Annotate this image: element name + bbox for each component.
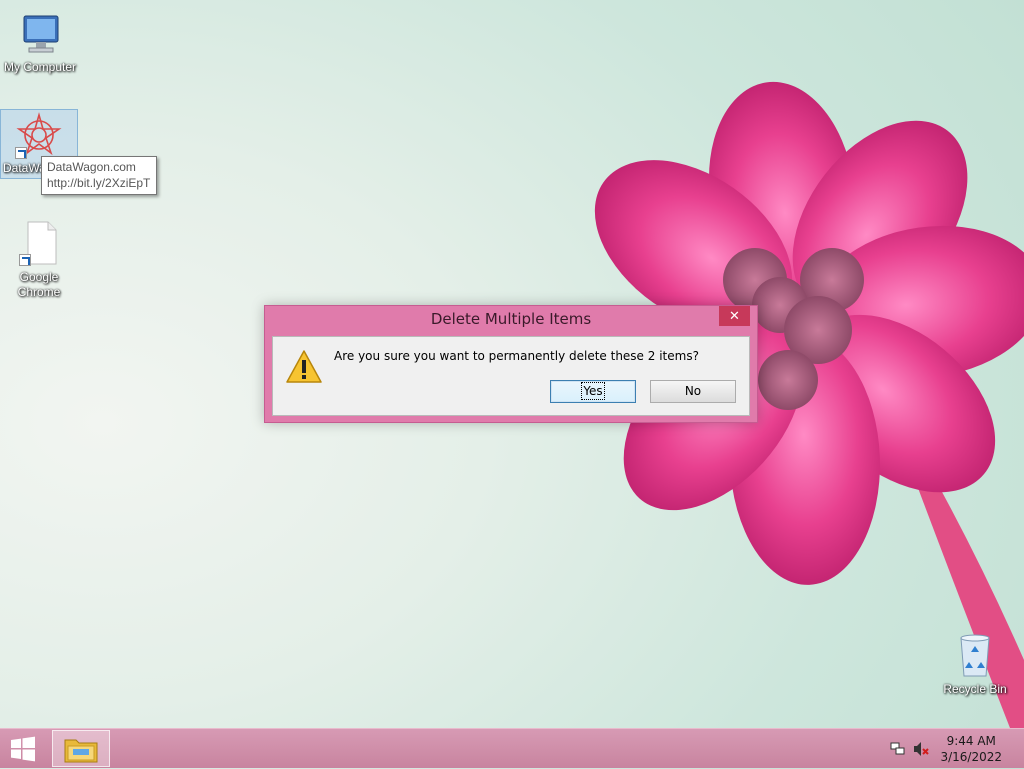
clock[interactable]: 9:44 AM 3/16/2022 [940,733,1002,765]
tooltip-target: http://bit.ly/2XziEpT [47,176,151,190]
shortcut-arrow-icon [15,147,27,159]
tooltip-title: DataWagon.com [47,160,136,174]
no-button[interactable]: No [650,380,736,403]
desktop-icon-recycle-bin[interactable]: Recycle Bin [936,632,1014,696]
close-button[interactable]: ✕ [719,306,750,326]
file-shortcut-icon [15,220,63,268]
desktop-icon-my-computer[interactable]: My Computer [1,10,79,74]
desktop-icon-label: Google Chrome [17,270,61,299]
shortcut-arrow-icon [19,254,31,266]
warning-icon [285,349,323,385]
shortcut-tooltip: DataWagon.com http://bit.ly/2XziEpT [41,156,158,195]
volume-muted-icon[interactable] [913,741,929,757]
no-button-label: No [684,384,702,398]
windows-logo-icon[interactable] [8,736,38,762]
datawagon-icon [15,111,63,159]
system-tray: 9:44 AM 3/16/2022 [884,729,1024,769]
taskbar: 9:44 AM 3/16/2022 [0,728,1024,768]
recycle-bin-icon [951,632,999,680]
delete-confirmation-dialog: Delete Multiple Items ✕ Are you sure you… [264,305,758,423]
dialog-message: Are you sure you want to permanently del… [334,349,699,363]
computer-icon [16,10,64,58]
clock-time: 9:44 AM [946,734,996,748]
desktop-icon-label: My Computer [3,60,77,74]
taskbar-file-explorer-button[interactable] [52,730,110,767]
desktop-icon-label: Recycle Bin [943,682,1007,696]
clock-date: 3/16/2022 [940,750,1002,764]
yes-button-label: Yes [581,382,605,400]
desktop-icon-google-chrome[interactable]: Google Chrome [0,220,78,300]
folder-icon [64,739,98,763]
dialog-title: Delete Multiple Items [430,310,592,328]
network-icon[interactable] [890,741,906,757]
dialog-body: Are you sure you want to permanently del… [272,336,750,416]
yes-button[interactable]: Yes [550,380,636,403]
